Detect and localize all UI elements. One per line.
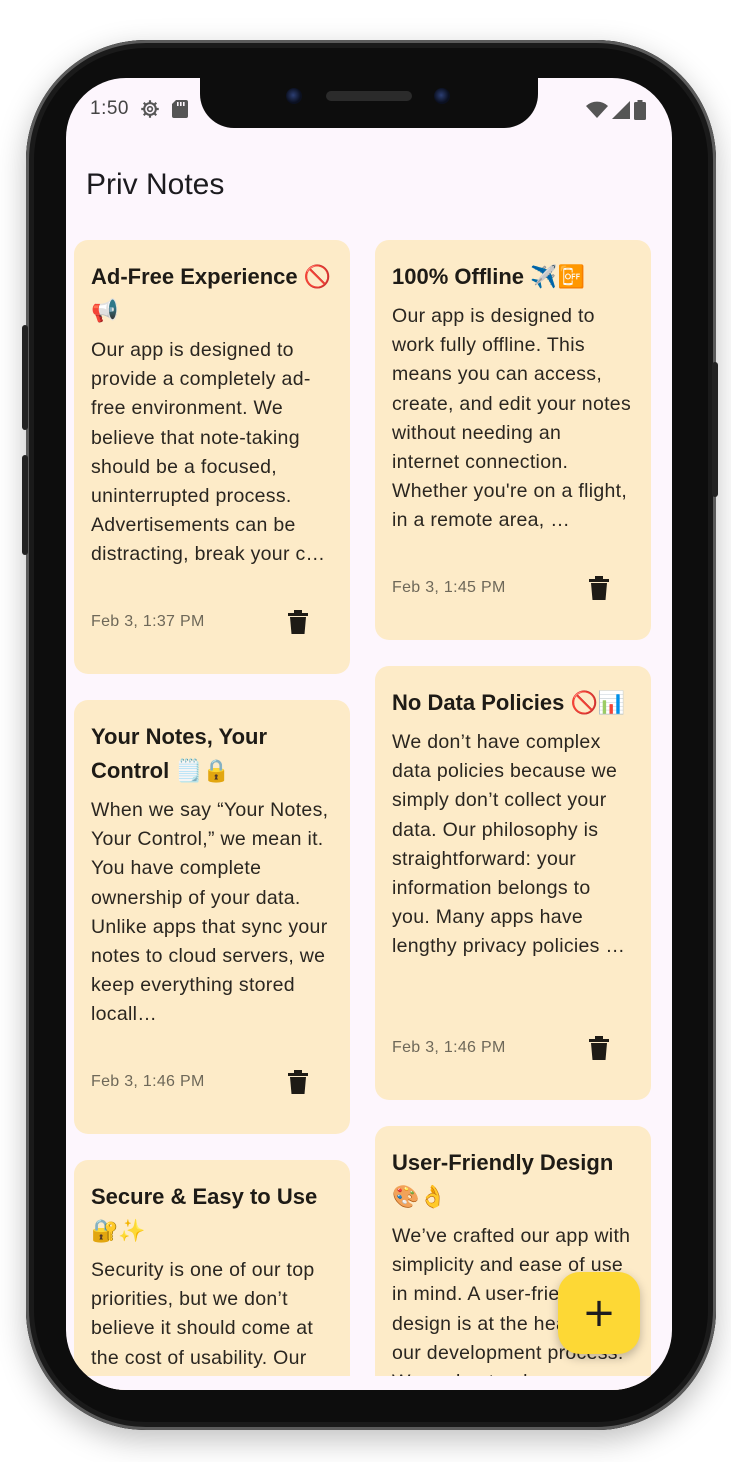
status-time: 1:50 <box>90 98 129 119</box>
note-date: Feb 3, 1:46 PM <box>392 1039 506 1056</box>
notes-column-left: Ad-Free Experience 🚫📢 Our app is designe… <box>74 240 350 1390</box>
note-body: Our app is designed to provide a complet… <box>91 339 326 566</box>
note-title: No Data Policies 🚫📊 <box>392 690 626 715</box>
note-title: 100% Offline ✈️📴 <box>392 264 585 289</box>
signal-icon <box>612 101 630 119</box>
trash-icon[interactable] <box>588 576 610 600</box>
screen-bottom-edge <box>66 1376 672 1390</box>
note-body: When we say “Your Notes, Your Control,” … <box>91 799 329 1026</box>
settings-gear-icon <box>141 100 159 118</box>
note-footer: Feb 3, 1:46 PM <box>91 1070 333 1094</box>
app-screen: 1:50 Priv Notes Ad-Free Experience 🚫📢 Ou… <box>66 78 672 1390</box>
note-card[interactable]: 100% Offline ✈️📴 Our app is designed to … <box>375 240 651 640</box>
volume-up-button <box>22 325 28 430</box>
note-date: Feb 3, 1:46 PM <box>91 1073 205 1090</box>
note-body: We don’t have complex data policies beca… <box>392 731 626 958</box>
volume-down-button <box>22 455 28 555</box>
note-title: User-Friendly Design 🎨👌 <box>392 1150 614 1209</box>
note-card[interactable]: No Data Policies 🚫📊 We don’t have comple… <box>375 666 651 1100</box>
note-body: Our app is designed to work fully offlin… <box>392 305 631 532</box>
note-body: Security is one of our top priorities, b… <box>91 1259 315 1369</box>
plus-icon: + <box>582 1290 616 1336</box>
note-date: Feb 3, 1:37 PM <box>91 613 205 630</box>
power-button <box>712 362 718 497</box>
status-icons <box>586 100 646 120</box>
add-note-button[interactable]: + <box>558 1272 640 1354</box>
trash-icon[interactable] <box>287 610 309 634</box>
note-footer: Feb 3, 1:37 PM <box>91 610 333 634</box>
wifi-icon <box>586 101 608 118</box>
trash-icon[interactable] <box>287 1070 309 1094</box>
note-footer: Feb 3, 1:46 PM <box>392 1036 634 1060</box>
sd-card-icon <box>172 100 188 118</box>
battery-icon <box>634 100 646 120</box>
note-card[interactable]: Secure & Easy to Use 🔐✨ Security is one … <box>74 1160 350 1390</box>
note-card[interactable]: Your Notes, Your Control 🗒️🔒 When we say… <box>74 700 350 1134</box>
trash-icon[interactable] <box>588 1036 610 1060</box>
note-date: Feb 3, 1:45 PM <box>392 579 506 596</box>
note-title: Ad-Free Experience 🚫📢 <box>91 264 332 323</box>
earpiece-speaker <box>326 91 412 101</box>
note-title: Secure & Easy to Use 🔐✨ <box>91 1184 318 1243</box>
note-footer: Feb 3, 1:45 PM <box>392 576 634 600</box>
front-camera <box>286 88 302 104</box>
app-title: Priv Notes <box>86 168 225 201</box>
notes-column-right: 100% Offline ✈️📴 Our app is designed to … <box>375 240 651 1390</box>
front-sensor <box>434 88 450 104</box>
camera-notch <box>200 78 538 128</box>
note-card[interactable]: Ad-Free Experience 🚫📢 Our app is designe… <box>74 240 350 674</box>
note-title: Your Notes, Your Control 🗒️🔒 <box>91 724 268 783</box>
